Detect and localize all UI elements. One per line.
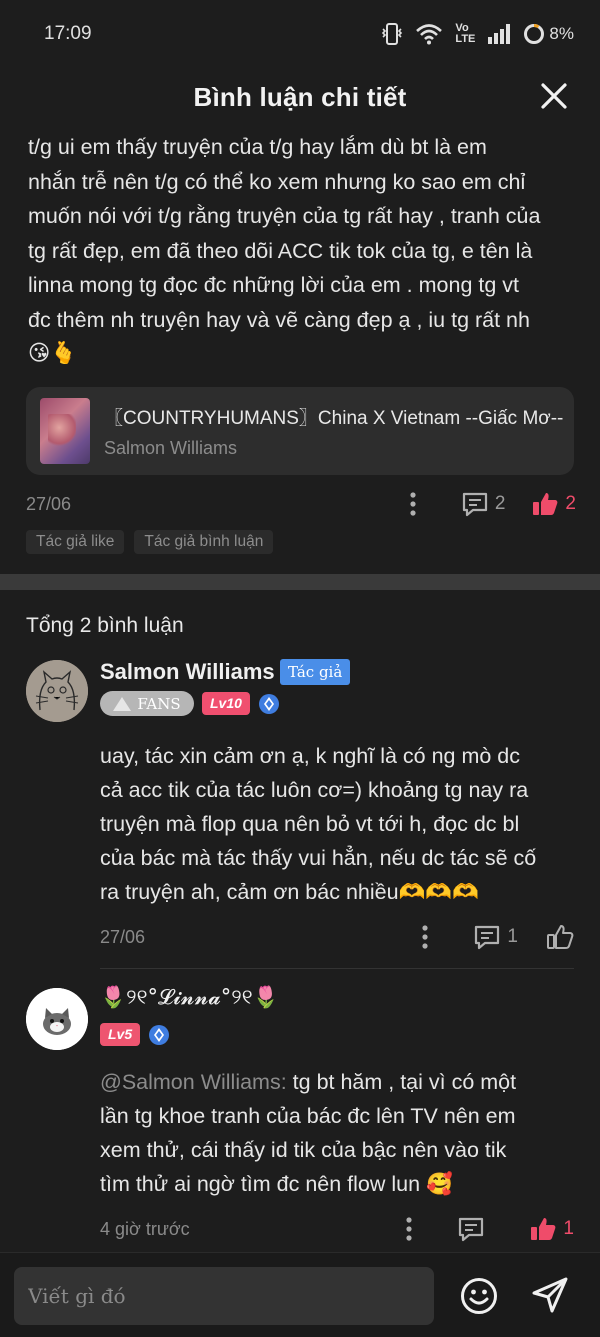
send-icon[interactable] xyxy=(530,1275,570,1315)
battery-level: 8% xyxy=(549,24,574,43)
main-comment-text: t/g ui em thấy truyện của t/g hay lắm dù… xyxy=(28,130,576,372)
main-comment-line: muốn nói với t/g rằng truyện của tg rất … xyxy=(28,204,541,228)
reply-date: 4 giờ trước xyxy=(100,1218,190,1239)
level-badge: Lv10 xyxy=(202,692,250,715)
reply-count: 2 xyxy=(494,493,506,514)
close-icon[interactable] xyxy=(538,80,570,112)
fans-badge: FANS xyxy=(100,691,194,716)
level-badge: Lv5 xyxy=(100,1023,141,1046)
user-badges: Lv5 xyxy=(100,1023,170,1046)
main-comment-date: 27/06 xyxy=(26,493,72,514)
main-comment-line: đc thêm nh truyện hay và vẽ càng đẹp ạ ,… xyxy=(28,307,530,332)
main-comment-line: nhắn trễ nên t/g có thể ko xem nhưng ko … xyxy=(28,169,526,194)
commenter-name[interactable]: 🌷୨୧°𝓛𝓲𝓷𝓷𝓪°୨୧🌷 xyxy=(100,985,279,1010)
thumbs-up-filled-icon xyxy=(531,1218,556,1240)
reply-text: @Salmon Williams: tg bt hăm , tại vì có … xyxy=(100,1065,570,1201)
like-count: 1 xyxy=(563,1218,574,1239)
reply-fragment: tg bt hăm , tại vì có một xyxy=(286,1070,517,1094)
thumbs-up-filled-icon xyxy=(533,493,558,515)
thread-divider xyxy=(100,968,574,969)
comment-composer xyxy=(0,1252,600,1337)
mention-link[interactable]: @Salmon Williams: xyxy=(100,1070,287,1094)
tag-author-liked: Tác giả like xyxy=(26,530,125,554)
emoji-icon[interactable] xyxy=(460,1277,498,1315)
shield-badge-icon xyxy=(149,1024,170,1045)
main-comment-meta: 27/06 2 2 xyxy=(26,486,576,522)
author-badge: Tác giả xyxy=(280,659,351,685)
reply-meta: 4 giờ trước 1 xyxy=(100,1212,574,1246)
reply-line: ra truyện ah, cảm ơn bác nhiều🫶🫶🫶 xyxy=(100,880,479,904)
fans-label: FANS xyxy=(137,694,181,713)
reply-meta: 27/06 1 xyxy=(100,920,574,954)
triangle-icon xyxy=(113,696,132,711)
reply-line: lần tg khoe tranh của bác đc lên TV nên … xyxy=(100,1104,516,1128)
thumbs-up-icon[interactable] xyxy=(546,924,574,950)
section-divider xyxy=(0,574,600,590)
story-author: Salmon Williams xyxy=(104,438,238,458)
main-comment-emoji: 😘🫰 xyxy=(28,341,78,366)
tag-author-commented: Tác giả bình luận xyxy=(134,530,274,554)
comment-tags: Tác giả like Tác giả bình luận xyxy=(26,530,274,554)
story-card[interactable]: 〖COUNTRYHUMANS〗China X Vietnam --Giấc Mơ… xyxy=(26,387,574,475)
story-title: 〖COUNTRYHUMANS〗China X Vietnam --Giấc Mơ… xyxy=(104,408,564,429)
main-comment-line: linna mong tg đọc đc những lời của em . … xyxy=(28,273,520,297)
reply-line: của bác mà tác thấy vui hẳn, nếu dc tác … xyxy=(100,846,537,870)
signal-icon xyxy=(488,24,511,44)
reply-button[interactable]: 2 xyxy=(461,491,506,517)
reply-line: tìm thử ai ngờ tìm đc nên flow lun 🥰 xyxy=(100,1172,453,1196)
main-comment-line: tg rất đẹp, em đã theo dõi ACC tik tok c… xyxy=(28,238,533,263)
comment-icon xyxy=(475,925,500,950)
comment-icon[interactable] xyxy=(457,1216,485,1242)
shield-badge-icon xyxy=(258,693,279,714)
page-title: Bình luận chi tiết xyxy=(193,81,407,112)
like-count: 2 xyxy=(565,493,576,514)
story-thumbnail xyxy=(40,398,90,464)
reply-line: @Salmon Williams: tg bt hăm , tại vì có … xyxy=(100,1065,570,1099)
user-badges: FANS Lv10 xyxy=(100,691,280,716)
status-time: 17:09 xyxy=(44,23,92,44)
comment-icon xyxy=(462,492,487,517)
like-button[interactable]: 1 xyxy=(529,1216,574,1242)
reply-line: uay, tác xin cảm ơn ạ, k nghĩ là có ng m… xyxy=(100,744,521,768)
more-options-icon[interactable] xyxy=(409,491,417,517)
more-options-icon[interactable] xyxy=(405,1216,413,1242)
total-comments-label: Tổng 2 bình luận xyxy=(26,614,184,637)
battery-icon xyxy=(524,24,545,44)
comment-input[interactable] xyxy=(14,1267,434,1325)
reply-line: truyện mà flop qua nên bỏ vt tới h, đọc … xyxy=(100,812,520,836)
cat-avatar xyxy=(26,988,88,1050)
like-button[interactable]: 2 xyxy=(531,491,576,517)
header: Bình luận chi tiết xyxy=(0,68,600,126)
avatar[interactable] xyxy=(26,988,88,1050)
reply-count: 1 xyxy=(507,926,518,947)
reply-line: xem thử, cái thấy id tik của bậc nên vào… xyxy=(100,1138,507,1162)
commenter-name[interactable]: Salmon Williams xyxy=(100,659,275,685)
status-icons: Vo LTE 8% xyxy=(381,22,574,46)
avatar[interactable] xyxy=(26,660,88,722)
main-comment-line: t/g ui em thấy truyện của t/g hay lắm dù… xyxy=(28,135,487,159)
volte-label: Vo LTE xyxy=(455,22,476,45)
cat-sketch-avatar xyxy=(26,660,88,722)
reply-text: uay, tác xin cảm ơn ạ, k nghĩ là có ng m… xyxy=(100,739,570,909)
wifi-icon xyxy=(416,24,443,45)
more-options-icon[interactable] xyxy=(421,924,429,950)
reply-date: 27/06 xyxy=(100,926,146,947)
reply-line: cả acc tik của tác luôn cơ=) khoảng tg n… xyxy=(100,778,529,802)
status-bar: 17:09 Vo LTE 8% xyxy=(0,0,600,68)
reply-button[interactable]: 1 xyxy=(473,924,518,950)
vibrate-icon xyxy=(382,23,403,45)
